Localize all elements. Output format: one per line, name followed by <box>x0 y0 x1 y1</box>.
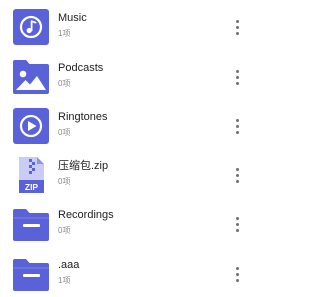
item-count: 0项 <box>58 177 71 186</box>
more-options-button[interactable] <box>227 263 247 285</box>
item-count: 0项 <box>58 79 71 88</box>
file-name: Podcasts <box>58 62 104 74</box>
list-item-zip[interactable]: ZIP 压缩包.zip 0项 <box>0 152 255 198</box>
more-options-button[interactable] <box>227 66 247 88</box>
item-count: 1项 <box>58 276 71 285</box>
list-item-recordings[interactable]: Recordings 0项 <box>0 201 255 247</box>
list-item-ringtones[interactable]: Ringtones 0项 <box>0 103 255 149</box>
zip-file-icon: ZIP <box>11 156 51 194</box>
file-name: .aaa <box>58 259 80 271</box>
ringtones-folder-icon <box>11 107 51 145</box>
file-name: Ringtones <box>58 111 108 123</box>
podcasts-folder-icon <box>11 58 51 96</box>
more-options-button[interactable] <box>227 213 247 235</box>
item-count: 1项 <box>58 29 71 38</box>
recordings-folder-icon <box>11 205 51 243</box>
more-options-button[interactable] <box>227 164 247 186</box>
file-list: Music 1项 Podcasts 0项 Ringtones 0项 ZIP 压缩… <box>0 0 255 297</box>
file-name: Recordings <box>58 209 114 221</box>
list-item-aaa[interactable]: .aaa 1项 <box>0 251 255 297</box>
list-item-music[interactable]: Music 1项 <box>0 4 255 50</box>
svg-text:ZIP: ZIP <box>25 182 39 192</box>
item-count: 0项 <box>58 226 71 235</box>
item-count: 0项 <box>58 128 71 137</box>
file-name: 压缩包.zip <box>58 160 109 172</box>
folder-icon <box>11 255 51 293</box>
list-item-podcasts[interactable]: Podcasts 0项 <box>0 54 255 100</box>
more-options-button[interactable] <box>227 115 247 137</box>
music-folder-icon <box>11 8 51 46</box>
more-options-button[interactable] <box>227 16 247 38</box>
file-name: Music <box>58 12 87 24</box>
